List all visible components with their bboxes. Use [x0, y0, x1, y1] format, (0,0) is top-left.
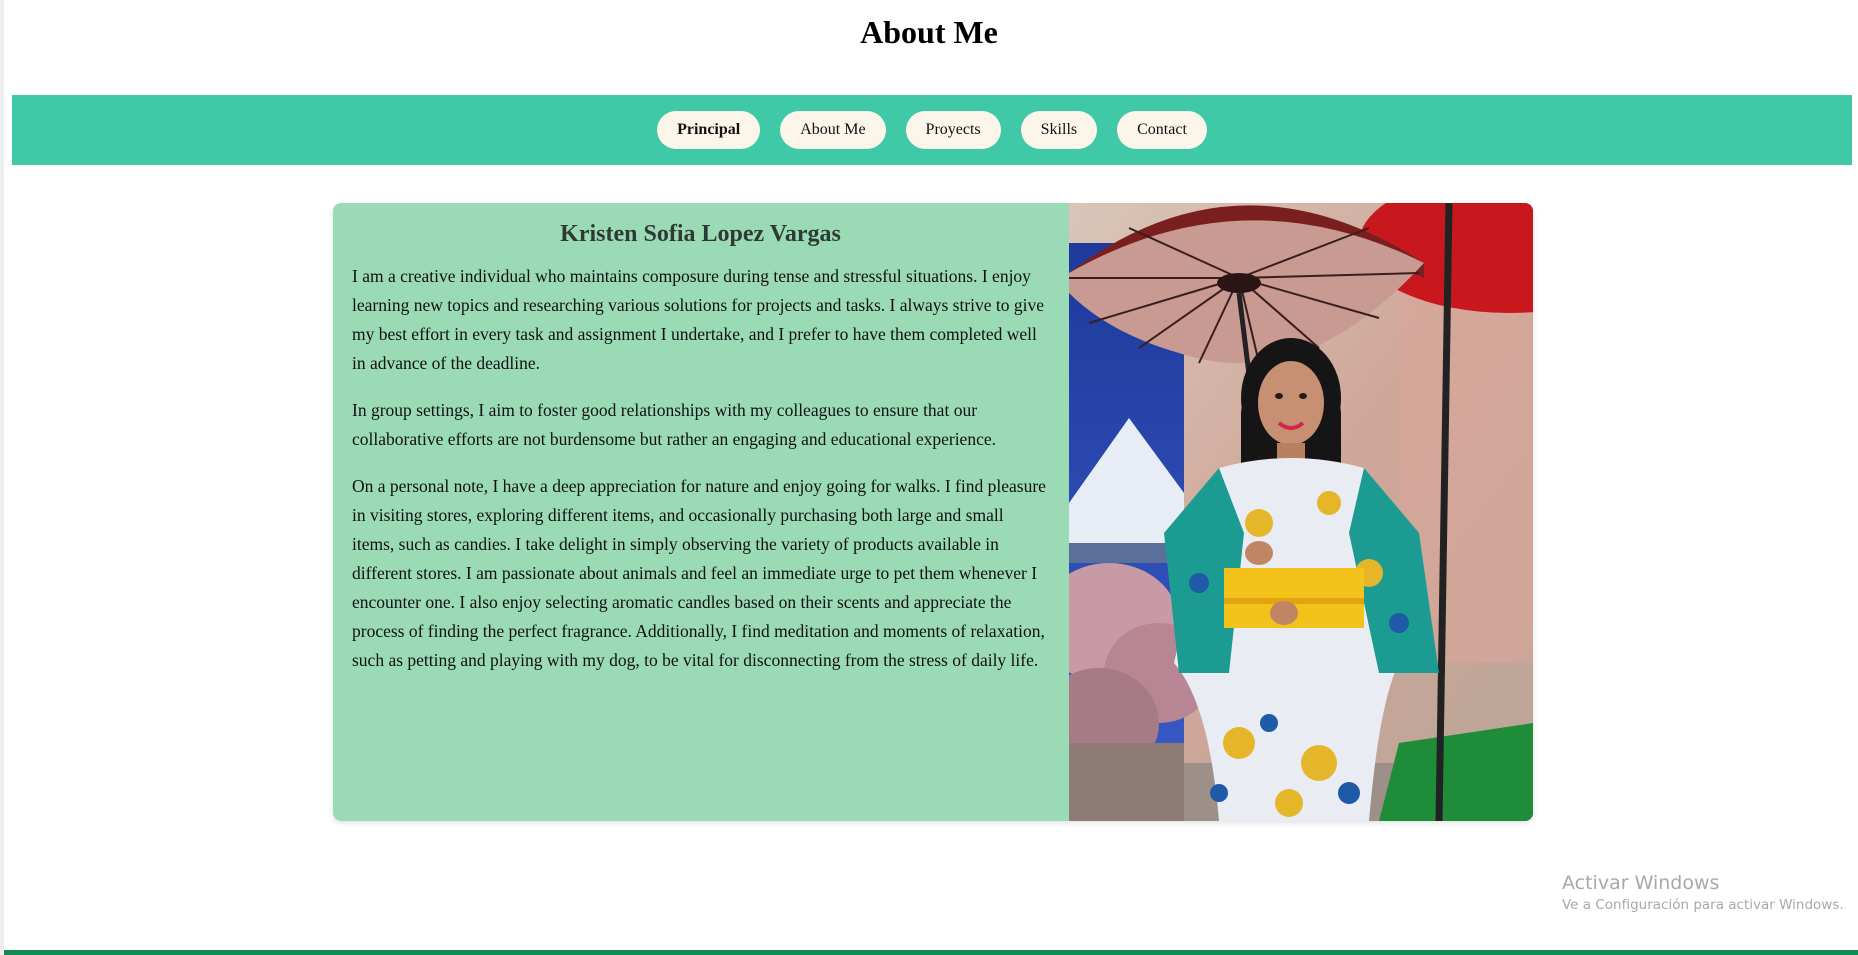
- page-title: About Me: [860, 14, 998, 50]
- watermark-subtitle: Ve a Configuración para activar Windows.: [1562, 897, 1844, 913]
- nav-skills-button[interactable]: Skills: [1020, 111, 1098, 149]
- nav-proyects-button[interactable]: Proyects: [905, 111, 1001, 149]
- profile-photo: [1069, 203, 1533, 821]
- windows-activation-watermark: Activar Windows Ve a Configuración para …: [1562, 872, 1844, 913]
- nav-contact-button[interactable]: Contact: [1117, 111, 1207, 149]
- main-navbar: Principal About Me Proyects Skills Conta…: [12, 95, 1852, 165]
- profile-name: Kristen Sofia Lopez Vargas: [560, 221, 841, 247]
- window-left-edge: [0, 0, 4, 955]
- nav-about-me-button[interactable]: About Me: [780, 111, 886, 149]
- about-paragraph-1: I am a creative individual who maintains…: [352, 266, 1045, 373]
- about-paragraph-2: In group settings, I aim to foster good …: [352, 400, 996, 449]
- page: About Me Principal About Me Proyects Ski…: [0, 0, 1858, 955]
- nav-principal-button[interactable]: Principal: [657, 111, 761, 149]
- about-text-panel: Kristen Sofia Lopez Vargas I am a creati…: [333, 203, 1069, 821]
- watermark-title: Activar Windows: [1562, 872, 1720, 894]
- about-paragraph-3: On a personal note, I have a deep apprec…: [352, 476, 1046, 670]
- footer-bar: [4, 950, 1858, 955]
- profile-photo-illustration: [1069, 203, 1533, 821]
- about-card: Kristen Sofia Lopez Vargas I am a creati…: [333, 203, 1533, 821]
